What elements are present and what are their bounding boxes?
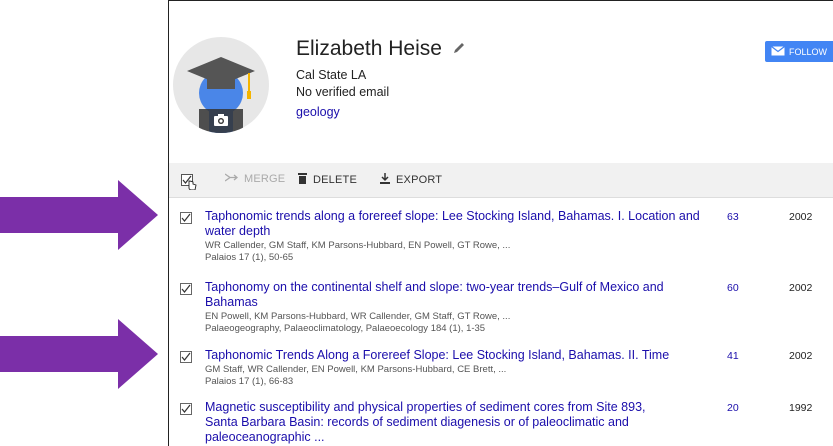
trash-icon [298,173,307,187]
article-year: 2002 [789,211,813,223]
article-checkbox[interactable] [180,402,192,415]
article-year: 2002 [789,350,813,362]
cited-by-count[interactable]: 60 [727,282,739,294]
article-year: 2002 [789,282,813,294]
article-venue: Palaios 17 (1), 50-65 [205,252,294,263]
profile-interest-link[interactable]: geology [296,105,340,119]
mail-icon [771,45,785,58]
delete-label: DELETE [313,174,357,186]
article-checkbox[interactable] [180,282,192,295]
follow-label: FOLLOW [789,46,828,57]
cited-by-count[interactable]: 63 [727,211,739,223]
merge-button[interactable]: MERGE [224,173,286,185]
export-button[interactable]: EXPORT [380,173,442,187]
cited-by-count[interactable]: 20 [727,402,739,414]
edit-pencil-icon[interactable] [453,41,465,59]
profile-email-status: No verified email [296,85,390,99]
annotation-arrow-2 [0,319,158,389]
profile-affiliation: Cal State LA [296,68,367,82]
article-checkbox[interactable] [180,211,192,224]
article-authors: WR Callender, GM Staff, KM Parsons-Hubba… [205,240,511,251]
article-toolbar: MERGE DELETE EXPORT [169,163,833,198]
annotation-arrow-1 [0,180,158,250]
scholar-profile-panel: Elizabeth Heise Cal State LA No verified… [168,0,833,446]
article-authors: GM Staff, WR Callender, EN Powell, KM Pa… [205,364,507,375]
article-checkbox[interactable] [180,350,192,363]
select-all-checkbox[interactable] [181,174,197,195]
delete-button[interactable]: DELETE [298,173,357,187]
article-year: 1992 [789,402,813,414]
article-title[interactable]: Taphonomic trends along a forereef slope… [205,209,705,239]
article-title[interactable]: Magnetic susceptibility and physical pro… [205,400,675,445]
article-title[interactable]: Taphonomic Trends Along a Forereef Slope… [205,348,705,363]
article-venue: Palaeogeography, Palaeoclimatology, Pala… [205,323,486,334]
profile-avatar[interactable] [173,37,269,133]
article-title[interactable]: Taphonomy on the continental shelf and s… [205,280,705,310]
export-label: EXPORT [396,174,443,186]
merge-icon [224,173,239,185]
article-venue: Palaios 17 (1), 66-83 [205,376,294,387]
merge-label: MERGE [244,173,286,185]
camera-icon[interactable] [213,113,229,126]
download-icon [380,173,390,187]
profile-name: Elizabeth Heise [296,37,442,60]
article-authors: EN Powell, KM Parsons-Hubbard, WR Callen… [205,311,511,322]
cited-by-count[interactable]: 41 [727,350,739,362]
follow-button[interactable]: FOLLOW [765,41,833,62]
